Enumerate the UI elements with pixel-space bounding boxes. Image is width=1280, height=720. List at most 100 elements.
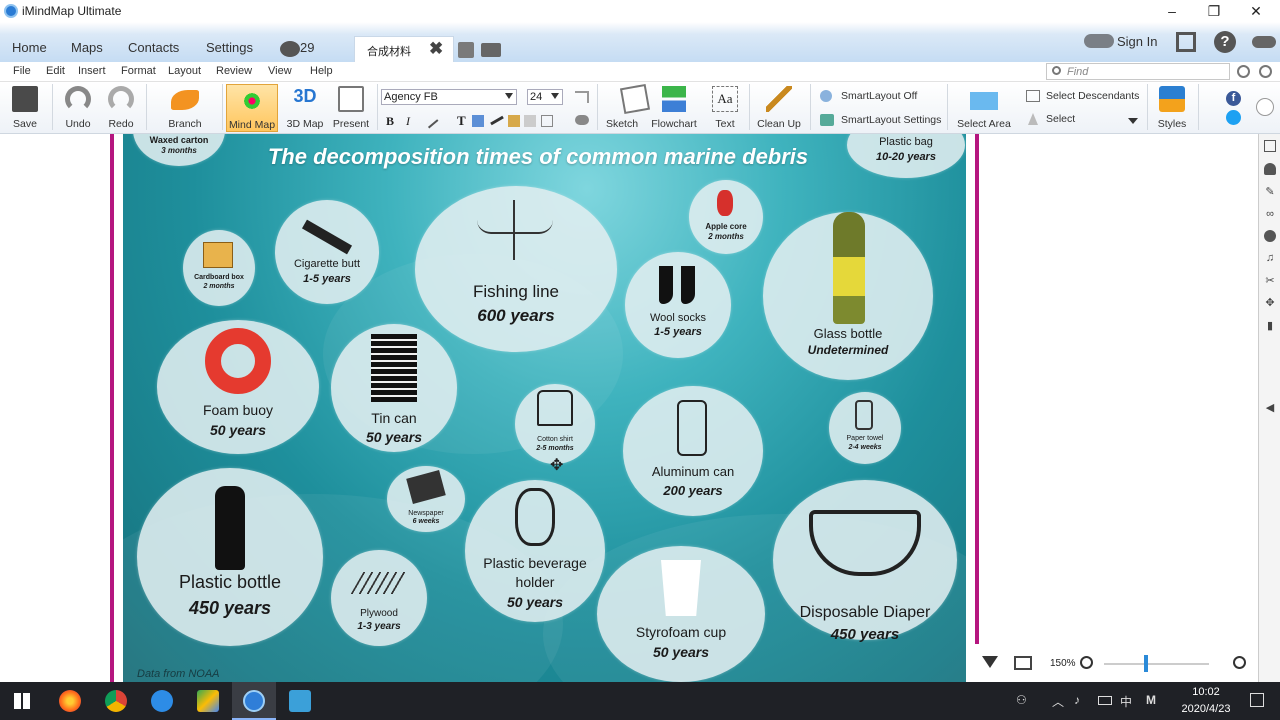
select-area-button[interactable]: Select Area bbox=[953, 84, 1015, 132]
format-painter-icon[interactable] bbox=[575, 91, 589, 103]
facebook-icon[interactable]: f bbox=[1226, 91, 1241, 106]
ime-indicator[interactable]: 中 bbox=[1120, 693, 1132, 710]
close-button[interactable]: ✕ bbox=[1236, 0, 1276, 22]
notification-icon[interactable] bbox=[280, 41, 300, 57]
move-icon[interactable]: ✥ bbox=[1264, 297, 1276, 309]
browser-icon[interactable] bbox=[151, 690, 173, 712]
chameleon-icon[interactable] bbox=[1252, 36, 1276, 48]
tray-arrow-icon[interactable]: ︿ bbox=[1052, 693, 1064, 710]
zoom-slider[interactable] bbox=[1104, 663, 1209, 665]
select-button[interactable]: Select bbox=[1046, 113, 1075, 125]
document-tab[interactable]: 合成材料 ✖ bbox=[354, 36, 454, 62]
italic-button[interactable]: I bbox=[406, 114, 410, 129]
zoom-out-icon[interactable] bbox=[1080, 656, 1093, 669]
play-store-icon[interactable] bbox=[197, 690, 219, 712]
select-area-label: Select Area bbox=[957, 118, 1011, 130]
notification-center-icon[interactable] bbox=[1250, 693, 1264, 707]
twitter-icon[interactable] bbox=[1226, 110, 1241, 125]
bold-button[interactable]: B bbox=[386, 114, 394, 129]
collapse-ribbon-icon[interactable] bbox=[1256, 98, 1274, 116]
item-name: Newspaper bbox=[408, 510, 444, 517]
fill-color-icon[interactable] bbox=[472, 115, 484, 127]
save-button[interactable]: Save bbox=[4, 84, 46, 132]
filter-icon[interactable] bbox=[982, 656, 998, 668]
zoom-slider-thumb[interactable] bbox=[1144, 655, 1148, 672]
help-icon[interactable]: ? bbox=[1214, 31, 1236, 53]
menu-review[interactable]: Review bbox=[216, 65, 252, 77]
text-button[interactable]: Aa Text bbox=[706, 84, 744, 132]
smartlayout-settings-button[interactable]: SmartLayout Settings bbox=[841, 114, 941, 126]
nav-home[interactable]: Home bbox=[12, 40, 47, 55]
cloud-icon[interactable] bbox=[1084, 34, 1114, 48]
document-tab-label: 合成材料 bbox=[367, 46, 411, 58]
pen-icon[interactable]: ✎ bbox=[1264, 186, 1276, 198]
document-tab-close-icon[interactable]: ✖ bbox=[429, 39, 443, 59]
nav-settings[interactable]: Settings bbox=[206, 40, 253, 55]
3d-map-button[interactable]: 3D 3D Map bbox=[284, 84, 326, 132]
branch-button[interactable]: Branch bbox=[152, 84, 218, 132]
menu-help[interactable]: Help bbox=[310, 65, 333, 77]
find-previous-icon[interactable] bbox=[1237, 65, 1250, 78]
open-folder-icon[interactable] bbox=[481, 43, 501, 57]
imindmap-taskbar-icon[interactable] bbox=[243, 690, 265, 712]
select-dropdown-icon[interactable] bbox=[1128, 118, 1138, 124]
restore-button[interactable]: ❐ bbox=[1194, 0, 1234, 22]
volume-icon[interactable]: ♪ bbox=[1074, 693, 1080, 707]
line-color-icon[interactable] bbox=[490, 115, 504, 126]
nav-contacts[interactable]: Contacts bbox=[128, 40, 179, 55]
nav-maps[interactable]: Maps bbox=[71, 40, 103, 55]
border-icon[interactable] bbox=[541, 115, 553, 127]
clock-time[interactable]: 10:02 bbox=[1186, 686, 1226, 698]
select-descendants-button[interactable]: Select Descendants bbox=[1046, 90, 1139, 102]
minimize-button[interactable]: – bbox=[1152, 0, 1192, 22]
present-button[interactable]: Present bbox=[330, 84, 372, 132]
image-icon[interactable] bbox=[1264, 140, 1276, 152]
menu-insert[interactable]: Insert bbox=[78, 65, 106, 77]
fullscreen-icon[interactable] bbox=[1176, 32, 1196, 52]
menu-file[interactable]: File bbox=[13, 65, 31, 77]
menu-edit[interactable]: Edit bbox=[46, 65, 65, 77]
sketch-button[interactable]: Sketch bbox=[602, 83, 651, 132]
text-color-button[interactable]: T bbox=[457, 113, 466, 129]
fit-screen-icon[interactable] bbox=[1014, 656, 1032, 670]
clean-up-button[interactable]: Clean Up bbox=[754, 84, 804, 132]
link-icon[interactable]: ∞ bbox=[1264, 208, 1276, 220]
menu-layout[interactable]: Layout bbox=[168, 65, 201, 77]
clear-format-icon[interactable] bbox=[575, 115, 589, 125]
decomposition-poster-image[interactable]: The decomposition times of common marine… bbox=[123, 134, 966, 682]
canvas-right-border bbox=[975, 134, 979, 644]
windows-start-icon[interactable] bbox=[14, 693, 30, 709]
bar-chart-icon[interactable]: ▮ bbox=[1264, 320, 1276, 332]
redo-button[interactable]: Redo bbox=[102, 84, 140, 132]
chrome-icon[interactable] bbox=[105, 690, 127, 712]
tag-icon[interactable] bbox=[1264, 230, 1276, 242]
app-taskbar-icon[interactable] bbox=[289, 690, 311, 712]
scissors-icon[interactable]: ✂ bbox=[1264, 275, 1276, 287]
person-icon[interactable] bbox=[1264, 163, 1276, 175]
zoom-in-icon[interactable] bbox=[1233, 656, 1246, 669]
font-size-dropdown-icon[interactable] bbox=[551, 93, 559, 99]
menu-view[interactable]: View bbox=[268, 65, 292, 77]
smartlayout-off-button[interactable]: SmartLayout Off bbox=[841, 90, 917, 102]
font-dropdown-icon[interactable] bbox=[505, 93, 513, 99]
people-icon[interactable]: ⚇ bbox=[1016, 693, 1027, 707]
font-family-select[interactable]: Agency FB bbox=[381, 89, 517, 105]
clock-date[interactable]: 2020/4/23 bbox=[1174, 703, 1238, 715]
music-icon[interactable]: ♫ bbox=[1264, 252, 1276, 264]
sign-in-link[interactable]: Sign In bbox=[1117, 34, 1157, 49]
find-next-icon[interactable] bbox=[1259, 65, 1272, 78]
menu-format[interactable]: Format bbox=[121, 65, 156, 77]
shape-icon[interactable] bbox=[524, 115, 536, 127]
collapse-panel-icon[interactable]: ◀ bbox=[1264, 402, 1276, 414]
highlighter-icon[interactable] bbox=[421, 111, 439, 129]
flowchart-button[interactable]: Flowchart bbox=[646, 84, 702, 132]
undo-button[interactable]: Undo bbox=[58, 84, 98, 132]
styles-button[interactable]: Styles bbox=[1152, 84, 1192, 132]
new-map-icon[interactable] bbox=[458, 42, 474, 58]
find-input[interactable]: Find bbox=[1046, 63, 1230, 80]
image-color-icon[interactable] bbox=[508, 115, 520, 127]
battery-icon[interactable] bbox=[1098, 696, 1112, 705]
ime-mode-indicator[interactable]: M bbox=[1146, 693, 1156, 707]
mind-map-button[interactable]: Mind Map bbox=[226, 84, 278, 132]
firefox-icon[interactable] bbox=[59, 690, 81, 712]
